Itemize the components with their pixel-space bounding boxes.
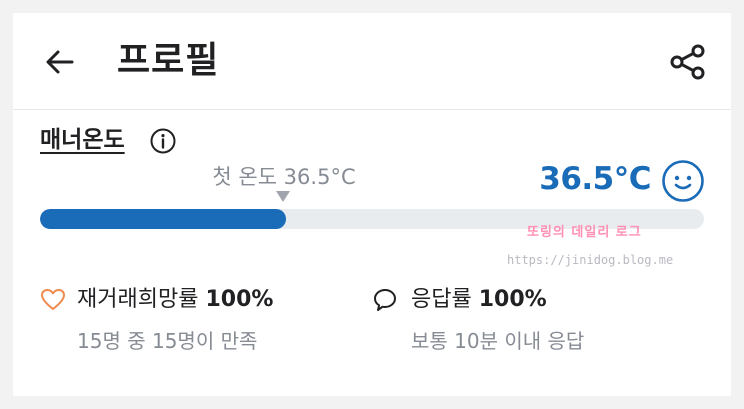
top-app-bar: 프로필 — [13, 13, 731, 110]
watermark-text: 또링의 데일리 로그 — [527, 225, 642, 240]
response-rate-value: 100% — [478, 287, 547, 312]
rebuy-rate-label: 재거래희망률 — [77, 287, 199, 312]
response-rate-label: 응답률 — [411, 287, 472, 312]
first-temperature-label: 첫 온도 36.5°C — [212, 165, 356, 189]
smile-face-icon — [662, 160, 704, 202]
chat-bubble-icon — [374, 289, 396, 311]
manner-temperature-title[interactable]: 매너온도 — [40, 125, 125, 155]
share-icon — [670, 44, 705, 80]
share-button[interactable] — [669, 43, 707, 81]
watermark-url: https://jinidog.blog.me — [507, 253, 674, 267]
response-rate: 응답률 100% — [411, 285, 547, 315]
heart-icon — [41, 289, 65, 310]
page-title: 프로필 — [117, 40, 220, 81]
info-icon[interactable] — [149, 127, 177, 155]
response-rate-detail: 보통 10분 이내 응답 — [411, 329, 585, 353]
arrow-left-icon — [46, 50, 74, 74]
current-temperature: 36.5°C — [539, 161, 651, 197]
first-temperature-marker — [276, 191, 290, 202]
rebuy-rate-value: 100% — [205, 287, 274, 312]
back-button[interactable] — [43, 45, 77, 79]
temperature-bar-fill — [40, 209, 286, 229]
rebuy-rate-detail: 15명 중 15명이 만족 — [77, 329, 258, 353]
profile-card: 프로필 매너온도 첫 온도 36.5°C 36.5°C 또링의 데일리 로그 h… — [13, 13, 731, 396]
rebuy-rate: 재거래희망률 100% — [77, 285, 273, 315]
